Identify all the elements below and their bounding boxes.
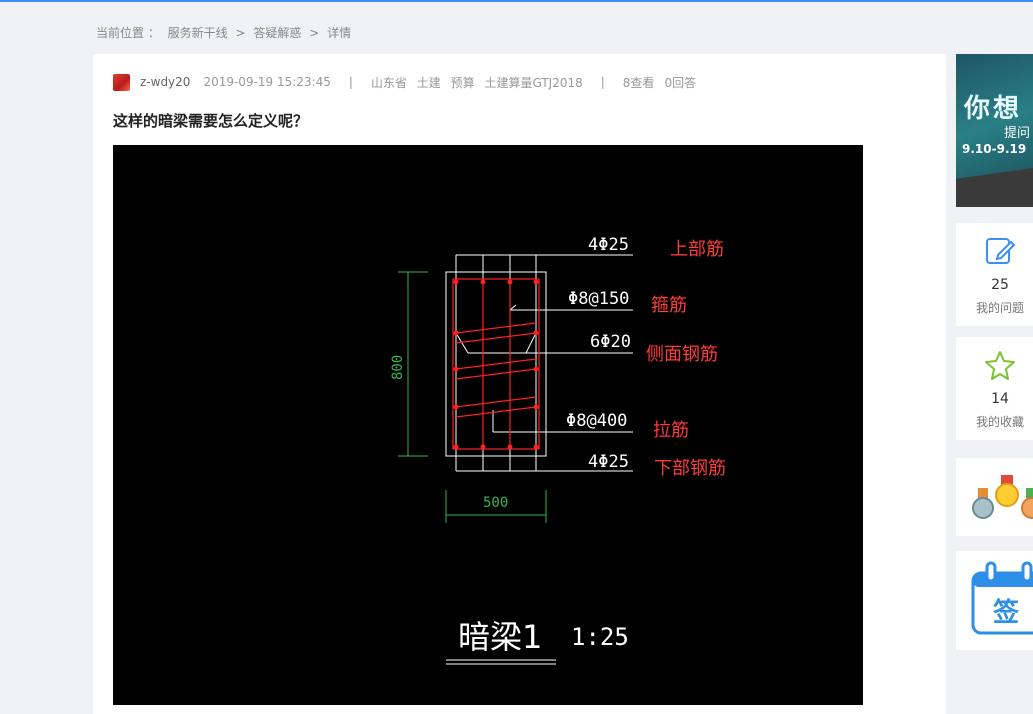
- tag-budget[interactable]: 预算: [451, 76, 475, 90]
- question-title: 这样的暗梁需要怎么定义呢？: [113, 112, 309, 130]
- side-rebar-spec: 6Φ20: [590, 332, 631, 352]
- ranking-card[interactable]: [956, 458, 1033, 536]
- calendar-icon: 签: [971, 561, 1033, 635]
- meta-divider: |: [348, 75, 353, 89]
- question-card: z-wdy20 2019-09-19 15:23:45 | 山东省 土建 预算 …: [93, 54, 946, 714]
- breadcrumb-item-qa[interactable]: 答疑解惑: [253, 26, 301, 40]
- side-rebar-label: 侧面钢筋: [646, 344, 718, 365]
- top-rebar-spec: 4Φ25: [588, 235, 629, 255]
- breadcrumb-prefix: 当前位置 ：: [96, 26, 160, 40]
- my-questions-card[interactable]: 25 我的问题: [956, 223, 1033, 326]
- bottom-rebar-label: 下部钢筋: [654, 458, 726, 479]
- cad-drawing: 4Φ25 Φ8@150 6Φ20 Φ8@400 4Φ25 上部筋 箍筋 侧面钢筋…: [390, 235, 726, 665]
- post-tags: 山东省 土建 预算 土建算量GTJ2018: [371, 74, 601, 91]
- width-dimension: 500: [483, 495, 508, 511]
- my-favorites-label: 我的收藏: [975, 415, 1024, 429]
- favorite-count: 14: [991, 391, 1009, 407]
- post-meta: z-wdy20 2019-09-19 15:23:45 | 山东省 土建 预算 …: [113, 73, 696, 91]
- breadcrumb-item-detail: 详情: [327, 26, 352, 40]
- view-count: 8查看: [622, 75, 655, 90]
- drawing-scale: 1:25: [571, 623, 629, 651]
- tag-province[interactable]: 山东省: [371, 76, 407, 90]
- top-rebar-label: 上部筋: [670, 239, 724, 260]
- beam-name: 暗梁1: [458, 618, 542, 656]
- star-icon: [985, 351, 1015, 380]
- my-favorites-card[interactable]: 14 我的收藏: [956, 337, 1033, 440]
- meta-divider: |: [600, 75, 605, 89]
- edit-icon: [986, 238, 1016, 264]
- height-dimension: 800: [390, 355, 406, 380]
- breadcrumb: 当前位置 ： 服务新干线 > 答疑解惑 > 详情: [96, 24, 355, 41]
- check-in-label: 签: [993, 597, 1020, 628]
- check-in-card[interactable]: 签: [956, 551, 1033, 650]
- promo-banner[interactable]: 你想 提问 9.10-9.19: [956, 54, 1033, 207]
- breadcrumb-item-service[interactable]: 服务新干线: [168, 26, 228, 40]
- my-questions-label: 我的问题: [975, 301, 1024, 315]
- stirrup-spec: Φ8@150: [568, 289, 629, 309]
- breadcrumb-separator: >: [309, 26, 320, 40]
- question-count: 25: [991, 277, 1009, 293]
- avatar[interactable]: [113, 73, 130, 91]
- bottom-rebar-spec: 4Φ25: [588, 452, 629, 472]
- author-name[interactable]: z-wdy20: [140, 75, 190, 89]
- tag-civil[interactable]: 土建: [417, 76, 441, 90]
- tie-spec: Φ8@400: [566, 411, 627, 431]
- tie-label: 拉筋: [653, 420, 689, 441]
- top-accent-bar: [0, 0, 1033, 2]
- medal-icon: [972, 475, 1033, 519]
- stirrup-label: 箍筋: [651, 295, 687, 316]
- cad-drawing-image: 4Φ25 Φ8@150 6Φ20 Φ8@400 4Φ25 上部筋 箍筋 侧面钢筋…: [113, 145, 863, 705]
- rebar-cage: [452, 278, 540, 450]
- tag-software[interactable]: 土建算量GTJ2018: [484, 76, 582, 90]
- banner-headline: 你想: [964, 94, 1023, 124]
- banner-subline: 提问: [1004, 126, 1031, 141]
- answer-count: 0回答: [664, 75, 697, 90]
- post-time: 2019-09-19 15:23:45: [203, 75, 331, 89]
- breadcrumb-separator: >: [235, 26, 246, 40]
- banner-dates: 9.10-9.19: [962, 142, 1027, 156]
